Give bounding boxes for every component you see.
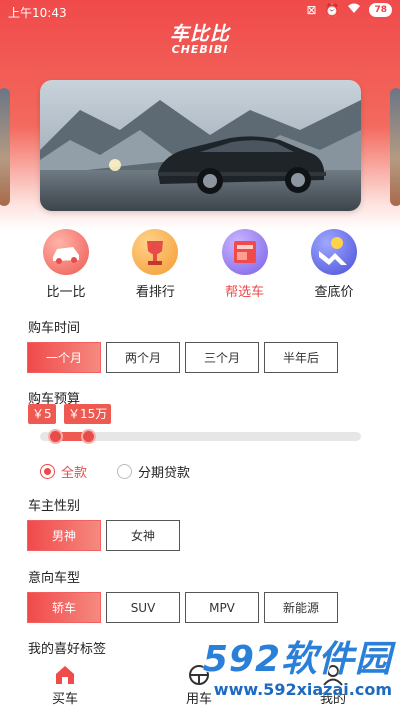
- option-female[interactable]: 女神: [106, 520, 180, 551]
- status-icons: ⊠ ⏰ 78: [306, 3, 392, 17]
- nav-pick-car-label: 帮选车: [225, 285, 265, 300]
- nav-base-price-label: 查底价: [314, 285, 354, 300]
- nav-compare-label: 比一比: [46, 285, 86, 300]
- option-male[interactable]: 男神: [27, 520, 101, 551]
- wifi-icon: [347, 3, 361, 17]
- watermark: 592软件园 www.592xiazai.com: [192, 640, 392, 706]
- option-three-months[interactable]: 三个月: [185, 342, 259, 373]
- nav-pick-car[interactable]: 帮选车: [201, 229, 289, 300]
- option-sedan[interactable]: 轿车: [27, 592, 101, 623]
- logo-subtext: CHEBIBI: [171, 43, 229, 56]
- gender-title: 车主性别: [28, 499, 81, 514]
- nav-base-price[interactable]: 查底价: [290, 229, 378, 300]
- tags-title: 我的喜好标签: [28, 642, 107, 657]
- tab-buy-car-label: 买车: [52, 692, 79, 707]
- option-two-months[interactable]: 两个月: [106, 342, 180, 373]
- radio-full-payment[interactable]: 全款: [40, 462, 87, 481]
- radio-installment-label: 分期贷款: [138, 466, 191, 481]
- book-icon: [221, 229, 268, 275]
- battery-icon: 78: [369, 3, 392, 17]
- gender-options: 男神 女神: [27, 520, 180, 551]
- car-compare-icon: [43, 229, 89, 275]
- alarm-icon: ⏰: [324, 3, 340, 17]
- nav-compare[interactable]: 比一比: [22, 229, 110, 300]
- nav-ranking-label: 看排行: [135, 285, 175, 300]
- status-bar: 上午10:43 ⊠ ⏰ 78: [0, 0, 400, 24]
- watermark-text: 592软件园: [202, 639, 392, 680]
- budget-max-tag: ￥15万: [64, 404, 112, 424]
- option-new-energy[interactable]: 新能源: [264, 592, 338, 623]
- radio-installment[interactable]: 分期贷款: [117, 462, 190, 481]
- price-trend-icon: [310, 229, 357, 275]
- option-suv[interactable]: SUV: [106, 592, 180, 623]
- mute-icon: ⊠: [306, 3, 317, 17]
- car-type-options: 轿车 SUV MPV 新能源: [27, 592, 338, 623]
- home-icon: [54, 664, 76, 686]
- quick-nav: 比一比 看排行 帮选车 查底价: [22, 229, 378, 300]
- app-logo: 车比比 CHEBIBI: [0, 24, 400, 56]
- radio-unchecked-icon: [117, 464, 133, 479]
- budget-min-handle[interactable]: [48, 429, 63, 444]
- purchase-time-options: 一个月 两个月 三个月 半年后: [27, 342, 338, 373]
- banner-image[interactable]: [40, 80, 361, 211]
- tab-buy-car[interactable]: 买车: [52, 664, 78, 707]
- budget-min-tag: ￥5: [28, 404, 56, 424]
- payment-options: 全款 分期贷款: [40, 462, 190, 481]
- car-type-title: 意向车型: [28, 571, 81, 586]
- status-time: 上午10:43: [8, 6, 67, 20]
- trophy-icon: [132, 229, 179, 275]
- radio-full-payment-label: 全款: [61, 466, 88, 481]
- banner-next-peek[interactable]: [390, 88, 400, 206]
- budget-max-handle[interactable]: [81, 429, 96, 444]
- nav-ranking[interactable]: 看排行: [111, 229, 199, 300]
- purchase-time-title: 购车时间: [28, 321, 81, 336]
- radio-checked-icon: [40, 464, 55, 479]
- option-one-month[interactable]: 一个月: [27, 342, 101, 373]
- logo-text: 车比比: [169, 23, 230, 45]
- option-half-year[interactable]: 半年后: [264, 342, 338, 373]
- option-mpv[interactable]: MPV: [185, 592, 259, 623]
- banner-prev-peek[interactable]: [0, 88, 10, 206]
- watermark-url: www.592xiazai.com: [213, 680, 392, 699]
